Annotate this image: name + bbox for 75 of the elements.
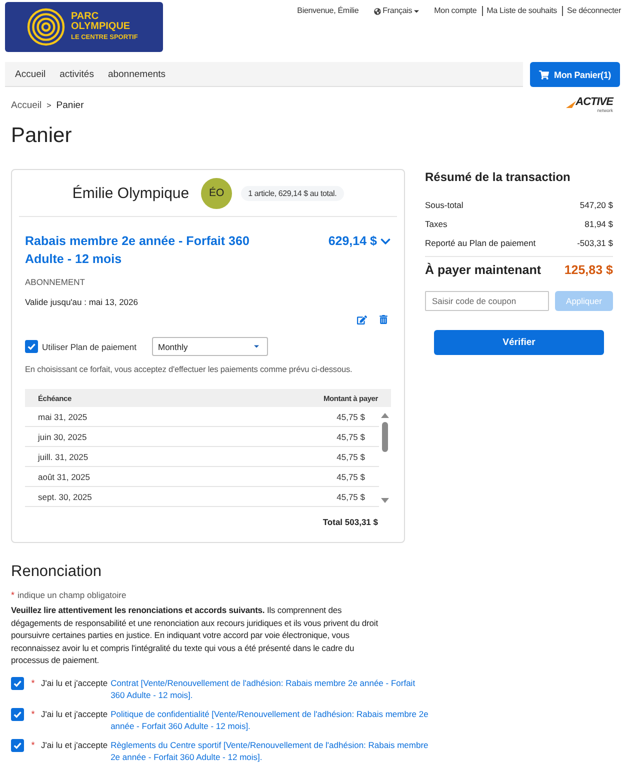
breadcrumb-link[interactable]: Accueil [11,100,42,110]
agreement-checkbox[interactable] [11,738,24,752]
item-title-link[interactable]: Rabais membre 2e année - Forfait 360 Adulte - 12 mois [25,232,257,268]
breadcrumb-separator: > [46,100,52,110]
welcome-text: Bienvenue, Émilie [297,6,359,16]
payment-plan-label: Utiliser Plan de paiement [42,342,138,352]
caret-down-icon [414,10,420,12]
checkout-button[interactable]: Vérifier [434,330,604,355]
summary-label: Taxes [425,218,448,228]
table-cell: 45,75 $ [336,492,365,502]
scroll-up-icon[interactable] [381,413,389,418]
required-note: indique un champ obligatoire [18,589,126,601]
table-cell: 45,75 $ [336,452,365,462]
caret-down-icon [254,345,259,348]
summary-label: Reporté au Plan de paiement [425,238,536,248]
section-title: Renonciation [11,563,102,581]
agreement-checkbox[interactable] [11,708,24,721]
waiver-intro: Veuillez lire attentivement les renonciations et accords suivants. Ils comprennent des dégagements de responsabilité et une renonciation aux recours juridiques et ils vous privent du droit poursuivre certaines parties en justice. En indiquant votre accord par voie électronique, vous reconnaissez avoir lu et compris l'intégralité du texte qui vous a été présenté dans le cadre du processus de paiement. [11,604,379,667]
table-cell: juin 30, 2025 [38,432,87,442]
agreement-text: J'ai lu et j'accepte [41,738,108,751]
cart-button[interactable]: Mon Panier(1) [530,62,620,87]
cart-icon [539,70,550,80]
required-asterisk: * [30,676,36,689]
required-asterisk: * [11,589,15,601]
account-link[interactable]: Ma Liste de souhaits [486,6,558,16]
customer-name: Émilie Olympique [72,184,190,202]
table-cell: 45,75 $ [336,412,365,422]
globe-icon [374,8,381,14]
breadcrumb-current: Panier [56,100,84,110]
account-link[interactable]: Mon compte [434,6,477,16]
agreement-checkbox[interactable] [11,676,24,690]
table-cell: sept. 30, 2025 [38,492,92,502]
item-count-badge: 1 article, 629,14 $ au total. [241,186,344,200]
table-cell: 45,75 $ [336,472,365,482]
agreement-text: J'ai lu et j'accepte [41,708,108,720]
agreement-link[interactable]: Règlements du Centre sportif [Vente/Renouvellement de l'adhésion: Rabais membre 2e année - Forfait 360 Adulte - 12 mois]. [110,738,431,763]
required-asterisk: * [30,708,36,720]
nav-link[interactable]: activités [60,68,94,80]
item-price: 629,14 $ [328,234,377,248]
payment-plan-checkbox[interactable] [25,340,38,353]
validity-date: Valide jusqu'au : mai 13, 2026 [25,297,139,307]
summary-value: -503,31 $ [577,238,613,248]
table-cell: 45,75 $ [336,432,365,442]
required-asterisk: * [30,738,36,751]
schedule-total: Total 503,31 $ [322,516,379,529]
scrollbar-thumb[interactable] [382,422,388,452]
plan-note: En choisissant ce forfait, vous acceptez d'effectuer les paiements comme prévu ci-dessous. [25,364,354,374]
rings-icon [27,8,65,46]
summary-value: 81,94 $ [584,218,613,228]
summary-title: Résumé de la transaction [425,169,572,185]
agreement-link[interactable]: Contrat [Vente/Renouvellement de l'adhésion: Rabais membre 2e année - Forfait 360 Adulte - 12 mois]. [110,676,431,701]
summary-label: Sous-total [425,200,464,210]
amount-due-label: À payer maintenant [425,263,542,277]
language-menu[interactable]: Français [382,6,412,16]
swoosh-icon [566,101,576,108]
page-title: Panier [11,124,73,148]
summary-value: 547,20 $ [580,200,613,210]
partner-logo-text: ACTIVE [576,97,613,108]
account-link[interactable]: Se déconnecter [567,6,621,16]
table-cell: juill. 31, 2025 [38,452,88,462]
trash-icon[interactable] [379,315,388,324]
logo-title: PARC OLYMPIQUE [71,12,132,32]
frequency-select[interactable]: Monthly [152,337,268,356]
amount-due-value: 125,83 $ [564,263,613,277]
table-cell: mai 31, 2025 [38,412,88,422]
avatar: ÉO [201,178,232,208]
table-cell: août 31, 2025 [38,472,90,482]
agreement-text: J'ai lu et j'accepte [41,676,108,689]
nav-link[interactable]: abonnements [108,68,166,80]
scroll-down-icon[interactable] [381,498,389,503]
agreement-link[interactable]: Politique de confidentialité [Vente/Renouvellement de l'adhésion: Rabais membre 2e année - Forfait 360 Adulte - 12 mois]. [110,708,431,732]
item-type: ABONNEMENT [25,277,86,287]
nav-link[interactable]: Accueil [15,68,46,80]
chevron-down-icon[interactable] [380,236,391,246]
edit-icon[interactable] [357,315,367,325]
